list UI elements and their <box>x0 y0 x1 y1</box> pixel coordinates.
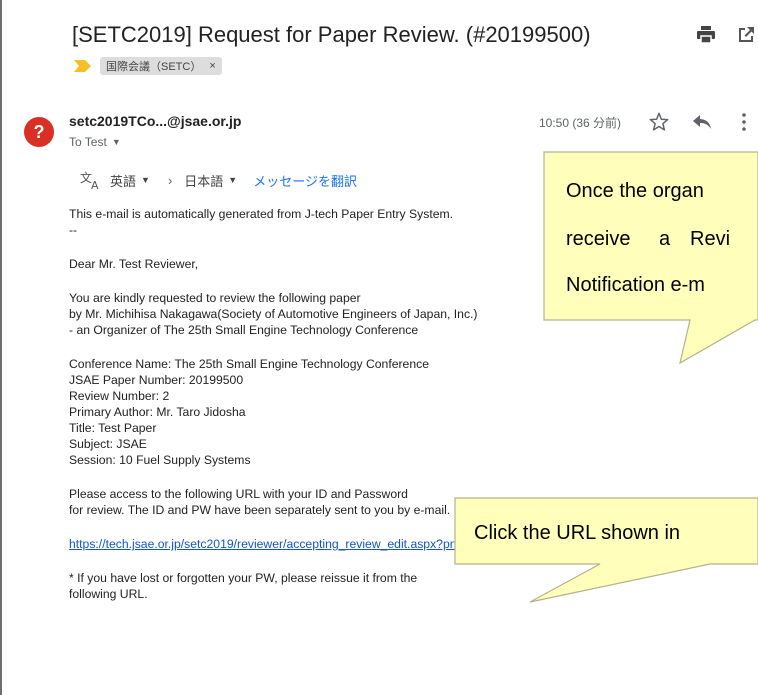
body-paragraph: Dear Mr. Test Reviewer, <box>69 257 199 271</box>
target-language-label: 日本語 <box>184 173 224 189</box>
chevron-down-icon: ▼ <box>141 175 150 185</box>
chevron-down-icon: ▼ <box>228 175 238 185</box>
recipient-label: To Test <box>69 135 107 149</box>
sender-address: setc2019TCo...@jsae.or.jp <box>69 113 242 129</box>
label-remove-button[interactable]: × <box>209 60 215 72</box>
importance-marker-icon[interactable] <box>74 60 92 72</box>
email-subject: [SETC2019] Request for Paper Review. (#2… <box>72 22 591 47</box>
reply-icon[interactable] <box>692 113 712 131</box>
more-icon[interactable] <box>738 112 750 132</box>
left-border <box>0 0 2 695</box>
email-timestamp: 10:50 (36 分前) <box>539 116 622 130</box>
label-chip[interactable]: 国際会議（SETC） × <box>100 57 222 75</box>
target-language-select[interactable]: 日本語 ▼ <box>184 171 237 190</box>
body-paragraph: You are kindly requested to review the f… <box>69 291 478 337</box>
callout-top-line2c: Revi <box>690 228 731 250</box>
callout-bottom <box>454 497 758 603</box>
source-language-select[interactable]: 英語 ▼ <box>110 171 150 190</box>
chevron-right-icon: › <box>167 172 173 188</box>
body-paragraph: Conference Name: The 25th Small Engine T… <box>69 357 429 467</box>
chevron-down-icon[interactable]: ▼ <box>112 137 121 147</box>
print-icon[interactable] <box>696 26 716 44</box>
popout-icon[interactable] <box>736 26 756 44</box>
callout-top-line2b: a <box>659 228 671 250</box>
callout-top-line3: Notification e-m <box>566 274 705 296</box>
sender-avatar: ? <box>24 117 54 147</box>
label-row: 国際会議（SETC） × <box>74 56 222 76</box>
callout-top-line1: Once the organ <box>566 180 704 202</box>
translate-bar: 文 A 英語 ▼ › 日本語 ▼ メッセージを翻訳 <box>80 170 357 190</box>
callout-bottom-text: Click the URL shown in <box>474 522 681 544</box>
recipient-line[interactable]: To Test ▼ <box>69 135 121 149</box>
callout-top-line2a: receive <box>566 228 631 250</box>
translate-message-link[interactable]: メッセージを翻訳 <box>253 171 357 190</box>
label-chip-text: 国際会議（SETC） <box>106 61 202 73</box>
star-icon[interactable] <box>648 111 670 133</box>
svg-text:A: A <box>91 179 99 190</box>
source-language-label: 英語 <box>110 173 137 189</box>
body-paragraph: This e-mail is automatically generated f… <box>69 207 454 237</box>
translate-icon: 文 A <box>80 170 99 190</box>
